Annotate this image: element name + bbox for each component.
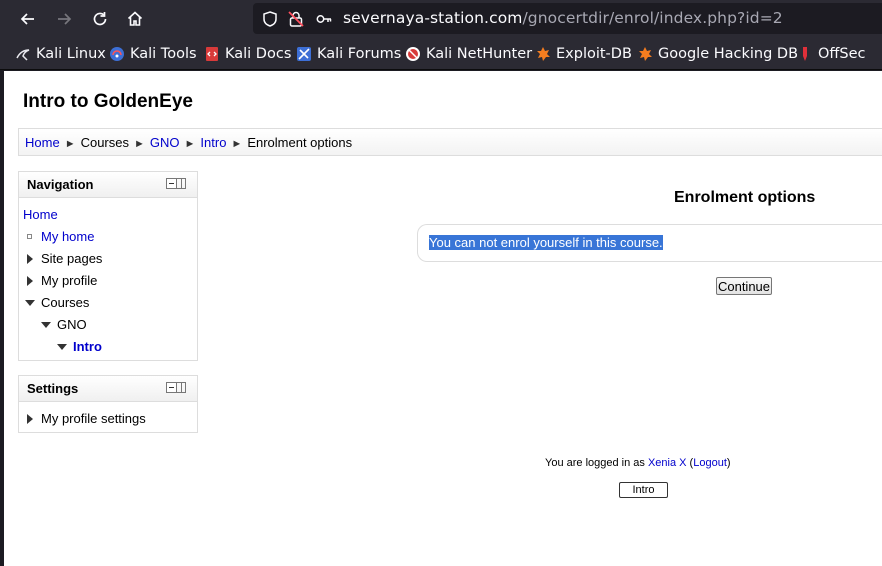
- url-text[interactable]: severnaya-station.com/gnocertdir/enrol/i…: [343, 9, 783, 27]
- breadcrumb-intro-link[interactable]: Intro: [200, 135, 226, 150]
- bookmark-kali-forums[interactable]: Kali Forums: [296, 44, 401, 64]
- notice-message: You can not enrol yourself in this cours…: [429, 235, 663, 250]
- ghdb-icon: [639, 47, 652, 61]
- continue-button[interactable]: Continue: [716, 277, 772, 295]
- navigation-block-title: Navigation: [27, 177, 94, 192]
- collapse-icon[interactable]: [166, 382, 177, 393]
- forward-button[interactable]: [51, 6, 77, 32]
- bookmark-google-hacking-db[interactable]: Google Hacking DB: [637, 44, 798, 64]
- navigation-block: Navigation Home My home Site pages My pr…: [18, 171, 198, 361]
- settings-block-header: Settings: [19, 376, 197, 402]
- breadcrumb-bar: Home ► Courses ► GNO ► Intro ► Enrolment options: [18, 128, 882, 156]
- url-domain: severnaya-station.com: [343, 9, 523, 27]
- arrow-left-icon: [20, 13, 34, 25]
- bookmark-kali-linux[interactable]: Kali Linux: [15, 44, 106, 64]
- collapse-triangle-icon: [25, 299, 35, 306]
- navigation-block-header: Navigation: [19, 172, 197, 198]
- settings-my-profile-label: My profile settings: [41, 411, 146, 426]
- breadcrumb-current: Enrolment options: [247, 135, 353, 150]
- nav-my-profile[interactable]: My profile: [27, 273, 97, 288]
- breadcrumb: Home ► Courses ► GNO ► Intro ► Enrolment options: [25, 135, 352, 150]
- dock-icon[interactable]: [177, 382, 186, 393]
- reload-button[interactable]: [87, 6, 113, 32]
- url-bar[interactable]: severnaya-station.com/gnocertdir/enrol/i…: [253, 3, 882, 34]
- kali-docs-icon: [206, 47, 218, 61]
- browser-toolbar: severnaya-station.com/gnocertdir/enrol/i…: [0, 0, 882, 38]
- breadcrumb-courses: Courses: [80, 135, 129, 150]
- kali-dragon-icon: [16, 49, 30, 61]
- insecure-lock-icon[interactable]: [287, 10, 305, 28]
- login-info-prefix: You are logged in as: [545, 457, 645, 469]
- nav-intro-link[interactable]: Intro: [73, 339, 102, 354]
- block-controls[interactable]: [166, 382, 187, 394]
- enrolment-heading: Enrolment options: [674, 189, 816, 206]
- nav-intro[interactable]: Intro: [57, 339, 102, 354]
- expand-triangle-icon: [27, 413, 33, 424]
- notice-box: You can not enrol yourself in this cours…: [417, 224, 882, 262]
- breadcrumb-home-link[interactable]: Home: [25, 135, 60, 150]
- exploit-db-icon: [537, 47, 550, 61]
- breadcrumb-separator: ►: [134, 138, 145, 150]
- nav-site-pages[interactable]: Site pages: [27, 251, 102, 266]
- bookmark-kali-docs[interactable]: Kali Docs: [204, 44, 291, 64]
- breadcrumb-separator: ►: [64, 138, 76, 150]
- login-info: You are logged in as Xenia X (Logout): [545, 457, 731, 469]
- collapse-icon[interactable]: [166, 178, 177, 189]
- user-profile-link[interactable]: Xenia X: [648, 457, 687, 469]
- bookmark-kali-nethunter[interactable]: Kali NetHunter: [405, 44, 532, 64]
- settings-block-title: Settings: [27, 381, 79, 396]
- offsec-icon: [803, 47, 807, 61]
- nav-gno[interactable]: GNO: [41, 317, 87, 332]
- breadcrumb-gno-link[interactable]: GNO: [150, 135, 180, 150]
- nav-my-home-link[interactable]: My home: [41, 229, 94, 244]
- arrow-right-icon: [58, 13, 72, 25]
- nav-courses-label: Courses: [41, 295, 90, 310]
- nav-site-pages-label: Site pages: [41, 251, 103, 266]
- nav-my-home[interactable]: My home: [27, 229, 94, 244]
- collapse-triangle-icon: [57, 343, 67, 350]
- nav-home[interactable]: Home: [23, 207, 58, 222]
- bookmark-exploit-db[interactable]: Exploit-DB: [535, 44, 632, 64]
- url-path: /gnocertdir/enrol/index.php?id=2: [522, 9, 783, 27]
- breadcrumb-separator: ►: [231, 138, 243, 150]
- home-icon: [127, 11, 143, 26]
- back-button[interactable]: [15, 6, 41, 32]
- expand-triangle-icon: [27, 275, 33, 286]
- nav-courses[interactable]: Courses: [25, 295, 89, 310]
- bookmark-kali-tools[interactable]: Kali Tools: [109, 44, 197, 64]
- course-home-button[interactable]: Intro: [619, 482, 668, 498]
- nethunter-icon: [406, 47, 420, 61]
- logout-link[interactable]: Logout: [693, 457, 727, 469]
- block-controls[interactable]: [166, 178, 187, 190]
- expand-triangle-icon: [27, 253, 33, 264]
- home-button[interactable]: [122, 6, 148, 32]
- nav-my-profile-label: My profile: [41, 273, 98, 288]
- page-title: Intro to GoldenEye: [23, 91, 193, 112]
- key-icon[interactable]: [315, 10, 333, 28]
- collapse-triangle-icon: [41, 321, 51, 328]
- kali-tools-icon: [110, 47, 124, 61]
- bookmarks-toolbar: Kali Linux Kali Tools Kali Docs Kali For…: [0, 38, 882, 70]
- bullet-square-icon: [27, 234, 32, 239]
- kali-forums-icon: [297, 47, 311, 61]
- reload-icon: [93, 12, 107, 26]
- breadcrumb-separator: ►: [184, 138, 196, 150]
- nav-home-link[interactable]: Home: [23, 207, 58, 222]
- nav-gno-label: GNO: [57, 317, 87, 332]
- dock-icon[interactable]: [177, 178, 186, 189]
- shield-icon[interactable]: [261, 10, 279, 28]
- settings-block: Settings My profile settings: [18, 375, 198, 433]
- settings-my-profile-settings[interactable]: My profile settings: [27, 411, 146, 426]
- bookmark-offsec[interactable]: OffSec: [797, 44, 866, 64]
- web-page: Intro to GoldenEye Home ► Courses ► GNO ► Intr…: [4, 71, 882, 566]
